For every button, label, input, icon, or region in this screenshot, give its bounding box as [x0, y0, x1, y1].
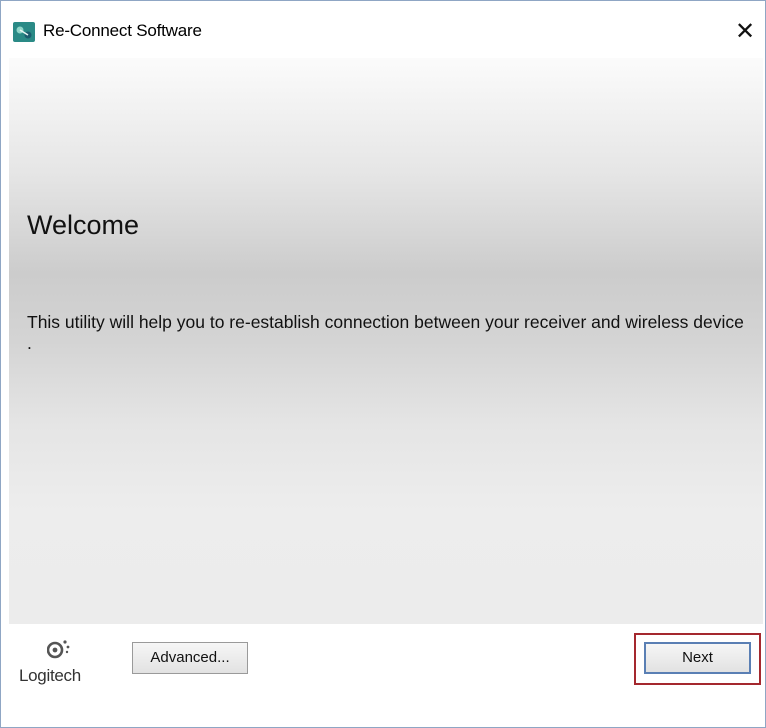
page-title: Welcome	[27, 210, 140, 240]
advanced-button[interactable]: Advanced...	[132, 642, 248, 674]
description-text: This utility will help you to re-establi…	[27, 312, 744, 353]
close-icon[interactable]: ✕	[725, 11, 765, 51]
window-title: Re-Connect Software	[43, 21, 202, 40]
wizard-window: Re-Connect Software ✕ Welcome This utili…	[0, 0, 766, 728]
footer-bar: Logitech Advanced... Next	[1, 624, 765, 727]
logitech-logo-icon	[46, 638, 71, 660]
logitech-logo-text: Logitech	[19, 666, 81, 685]
title-bar: Re-Connect Software ✕	[1, 1, 765, 57]
next-button[interactable]: Next	[644, 642, 751, 674]
content-panel: Welcome This utility will help you to re…	[9, 58, 763, 624]
app-icon	[13, 22, 35, 42]
